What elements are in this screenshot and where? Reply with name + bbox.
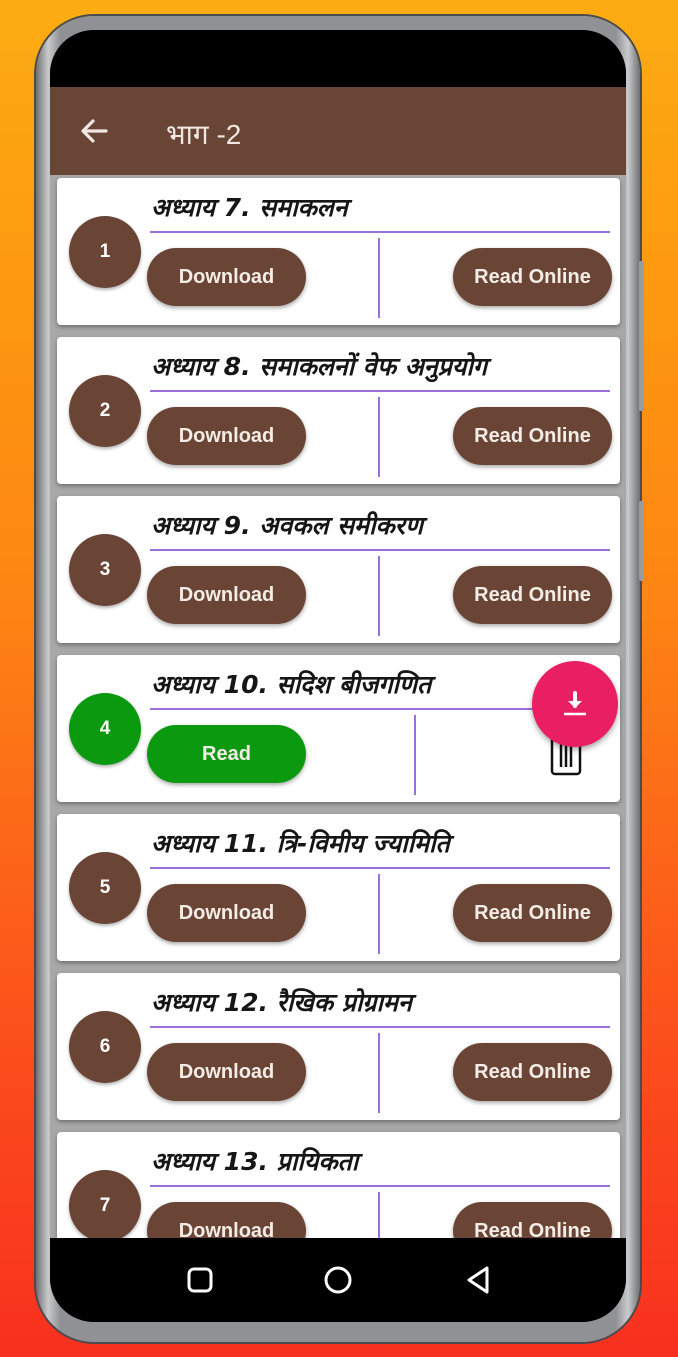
chapter-card: 5 अध्याय 11. त्रि-विमीय ज्यामिति Downloa… [57,814,620,961]
chapter-title: अध्याय 10. सदिश बीजगणित [151,670,432,699]
divider-horizontal [150,231,610,233]
divider-vertical [378,874,380,954]
read-online-button[interactable]: Read Online [453,566,612,624]
chapter-number-badge: 5 [69,852,141,924]
download-button[interactable]: Download [147,1202,306,1238]
download-button[interactable]: Download [147,884,306,942]
chapter-number-badge: 3 [69,534,141,606]
read-online-button[interactable]: Read Online [453,884,612,942]
status-bar [50,30,626,87]
download-button[interactable]: Download [147,1043,306,1101]
volume-button [639,261,644,411]
chapter-card: 3 अध्याय 9. अवकल समीकरण Download Read On… [57,496,620,643]
download-button[interactable]: Download [147,566,306,624]
system-nav-bar [50,1238,626,1322]
page-title: भाग -2 [166,119,242,150]
chapter-title: अध्याय 11. त्रि-विमीय ज्यामिति [151,829,450,858]
read-online-button[interactable]: Read Online [453,1043,612,1101]
chapter-title: अध्याय 13. प्रायिकता [151,1147,359,1176]
divider-horizontal [150,549,610,551]
divider-horizontal [150,390,610,392]
divider-vertical [378,238,380,318]
chapter-card: 7 अध्याय 13. प्रायिकता Download Read Onl… [57,1132,620,1238]
home-button[interactable] [318,1260,358,1300]
triangle-back-icon [467,1266,489,1294]
back-button[interactable] [76,113,112,149]
divider-vertical [414,715,416,795]
chapter-card: 1 अध्याय 7. समाकलन Download Read Online [57,178,620,325]
divider-vertical [378,1192,380,1238]
nav-back-button[interactable] [458,1260,498,1300]
read-online-button[interactable]: Read Online [453,407,612,465]
read-online-button[interactable]: Read Online [453,248,612,306]
chapter-number-badge: 7 [69,1170,141,1238]
divider-horizontal [150,1185,610,1187]
download-icon [564,691,586,716]
phone-screen: भाग -2 1 अध्याय 7. समाकलन Download Read … [50,30,626,1322]
chapter-title: अध्याय 12. रैखिक प्रोग्रामन [151,988,412,1017]
chapter-number-badge: 2 [69,375,141,447]
app-bar: भाग -2 [50,87,626,175]
circle-icon [324,1266,352,1294]
download-button[interactable]: Download [147,248,306,306]
divider-vertical [378,556,380,636]
divider-horizontal [150,1026,610,1028]
chapter-card: 6 अध्याय 12. रैखिक प्रोग्रामन Download R… [57,973,620,1120]
square-icon [187,1267,213,1293]
download-fab[interactable] [532,661,618,747]
arrow-left-icon [81,119,108,143]
divider-vertical [378,1033,380,1113]
chapter-list[interactable]: 1 अध्याय 7. समाकलन Download Read Online … [50,175,626,1238]
read-online-button[interactable]: Read Online [453,1202,612,1238]
download-button[interactable]: Download [147,407,306,465]
recents-button[interactable] [180,1260,220,1300]
divider-horizontal [150,867,610,869]
chapter-card: 4 अध्याय 10. सदिश बीजगणित Read [57,655,620,802]
power-button [639,501,644,581]
divider-vertical [378,397,380,477]
chapter-number-badge: 4 [69,693,141,765]
chapter-title: अध्याय 7. समाकलन [151,193,348,222]
read-button[interactable]: Read [147,725,306,783]
chapter-title: अध्याय 9. अवकल समीकरण [151,511,423,540]
chapter-number-badge: 6 [69,1011,141,1083]
chapter-card: 2 अध्याय 8. समाकलनों वेफ अनुप्रयोग Downl… [57,337,620,484]
chapter-number-badge: 1 [69,216,141,288]
chapter-title: अध्याय 8. समाकलनों वेफ अनुप्रयोग [151,352,487,381]
